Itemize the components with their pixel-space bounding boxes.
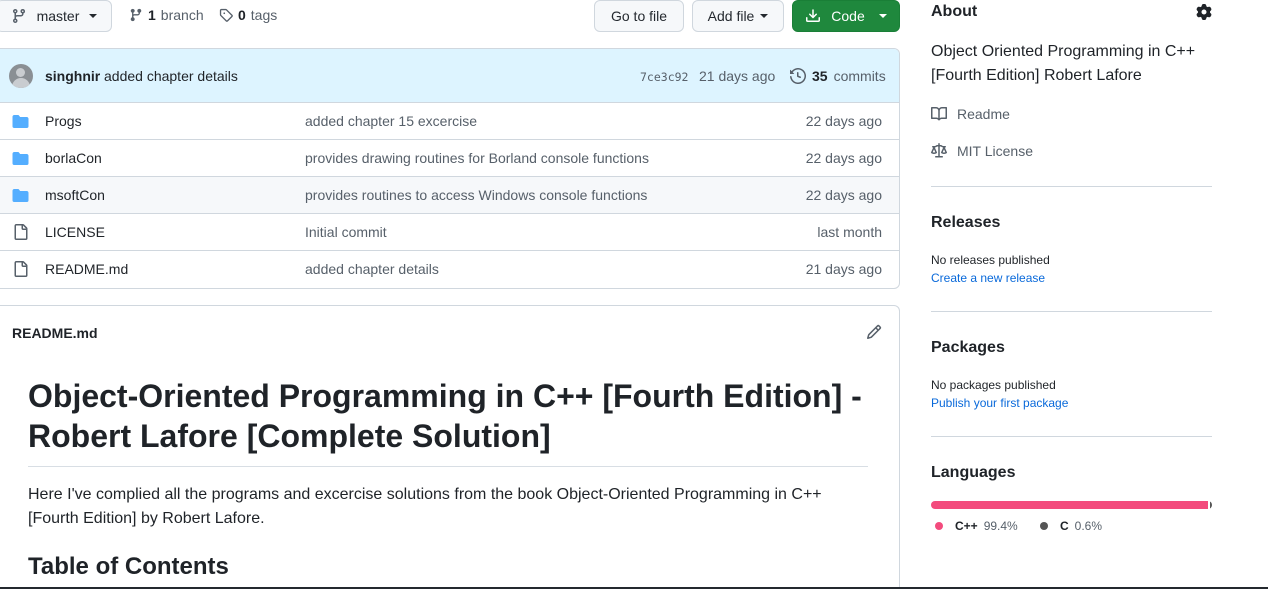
about-title: About <box>931 3 978 20</box>
file-commit-message[interactable]: added chapter details <box>305 261 439 277</box>
file-row[interactable]: README.md added chapter details 21 days … <box>0 251 899 288</box>
commits-history-link[interactable]: 35 commits <box>790 68 886 84</box>
latest-commit-bar: singhnir added chapter details 7ce3c92 2… <box>0 49 899 103</box>
languages-title: Languages <box>931 464 1016 481</box>
sidebar-divider <box>931 311 1212 312</box>
code-button[interactable]: Code <box>792 0 900 32</box>
file-commit-message[interactable]: added chapter 15 excercise <box>305 113 477 129</box>
file-name-link[interactable]: Progs <box>45 113 82 129</box>
readme-link-label: Readme <box>957 106 1010 122</box>
file-commit-age: 22 days ago <box>805 150 882 166</box>
license-link-label: MIT License <box>957 143 1033 159</box>
file-row[interactable]: Progs added chapter 15 excercise 22 days… <box>0 103 899 140</box>
language-percent: 99.4% <box>983 519 1018 533</box>
language-percent: 0.6% <box>1074 519 1103 533</box>
tag-label: tags <box>250 7 278 23</box>
chevron-down-icon <box>89 14 98 18</box>
language-color-dot <box>935 522 943 530</box>
packages-empty: No packages published <box>931 378 1056 392</box>
branch-label: branch <box>160 7 204 23</box>
commit-age: 21 days ago <box>699 68 776 84</box>
readme-toc-heading: Table of Contents <box>28 553 229 580</box>
languages-bar <box>931 501 1212 509</box>
language-color-dot <box>1040 522 1048 530</box>
commit-count-label: commits <box>833 68 886 84</box>
book-icon <box>931 106 947 121</box>
branch-count: 1 <box>148 7 156 23</box>
add-file-button[interactable]: Add file <box>692 0 784 32</box>
file-list: singhnir added chapter details 7ce3c92 2… <box>0 48 900 289</box>
tag-count: 0 <box>238 7 246 23</box>
license-link[interactable]: MIT License <box>931 143 1033 159</box>
releases-title[interactable]: Releases <box>931 214 1000 232</box>
packages-title[interactable]: Packages <box>931 339 1005 357</box>
go-to-file-button[interactable]: Go to file <box>594 0 684 32</box>
file-icon <box>14 261 28 277</box>
readme-panel: README.md Object-Oriented Programming in… <box>0 305 900 589</box>
language-name: C++ <box>955 519 978 533</box>
file-row[interactable]: LICENSE Initial commit last month <box>0 214 899 251</box>
folder-icon <box>12 152 29 165</box>
tag-icon <box>219 8 233 22</box>
language-item-cpp[interactable]: C++ 99.4% <box>935 519 1018 533</box>
releases-empty: No releases published <box>931 253 1050 267</box>
file-row[interactable]: msoftCon provides routines to access Win… <box>0 177 899 214</box>
language-bar-segment <box>931 501 1209 509</box>
file-commit-age: 21 days ago <box>805 261 882 277</box>
repo-description: Object Oriented Programming in C++ [Four… <box>931 43 1196 84</box>
file-name-link[interactable]: LICENSE <box>45 224 105 240</box>
language-name: C <box>1060 519 1069 533</box>
readme-paragraph: Here I've complied all the programs and … <box>28 486 822 527</box>
file-commit-message[interactable]: Initial commit <box>305 224 387 240</box>
language-item-c[interactable]: C 0.6% <box>1040 519 1102 533</box>
chevron-down-icon <box>878 14 887 18</box>
file-icon <box>14 224 28 240</box>
branch-select-button[interactable]: master <box>0 0 112 32</box>
readme-link[interactable]: Readme <box>931 106 1010 122</box>
file-commit-message[interactable]: provides drawing routines for Borland co… <box>305 150 649 166</box>
file-name-link[interactable]: borlaCon <box>45 150 102 166</box>
branches-link[interactable]: 1 branch <box>129 7 204 23</box>
download-icon <box>806 9 821 22</box>
file-commit-message[interactable]: provides routines to access Windows cons… <box>305 187 647 203</box>
sidebar-divider <box>931 186 1212 187</box>
chevron-down-icon <box>760 14 769 18</box>
go-to-file-label: Go to file <box>610 8 668 24</box>
readme-heading: Object-Oriented Programming in C++ [Four… <box>28 376 868 467</box>
file-name-link[interactable]: msoftCon <box>45 187 105 203</box>
tags-link[interactable]: 0 tags <box>219 7 277 23</box>
file-name-link[interactable]: README.md <box>45 261 128 277</box>
folder-icon <box>12 189 29 202</box>
file-commit-age: 22 days ago <box>805 187 882 203</box>
history-icon <box>790 68 806 84</box>
publish-package-link[interactable]: Publish your first package <box>931 396 1068 410</box>
file-commit-age: last month <box>817 224 882 240</box>
commit-sha-link[interactable]: 7ce3c92 <box>640 70 688 84</box>
scale-icon <box>931 143 947 158</box>
commit-count: 35 <box>812 68 828 84</box>
commit-author-link[interactable]: singhnir <box>45 68 100 84</box>
file-row[interactable]: borlaCon provides drawing routines for B… <box>0 140 899 177</box>
avatar[interactable] <box>9 64 33 88</box>
gear-icon[interactable] <box>1196 4 1212 20</box>
code-label: Code <box>831 8 865 24</box>
commit-message-link[interactable]: added chapter details <box>104 68 238 84</box>
language-bar-segment <box>1210 501 1212 509</box>
create-release-link[interactable]: Create a new release <box>931 271 1045 285</box>
add-file-label: Add file <box>707 8 755 24</box>
file-commit-age: 22 days ago <box>805 113 882 129</box>
folder-icon <box>12 115 29 128</box>
pencil-icon[interactable] <box>866 324 882 340</box>
git-branch-icon <box>130 8 142 22</box>
readme-filename: README.md <box>12 325 98 341</box>
sidebar-divider <box>931 436 1212 437</box>
git-branch-icon <box>12 9 25 24</box>
branch-name: master <box>36 8 80 24</box>
